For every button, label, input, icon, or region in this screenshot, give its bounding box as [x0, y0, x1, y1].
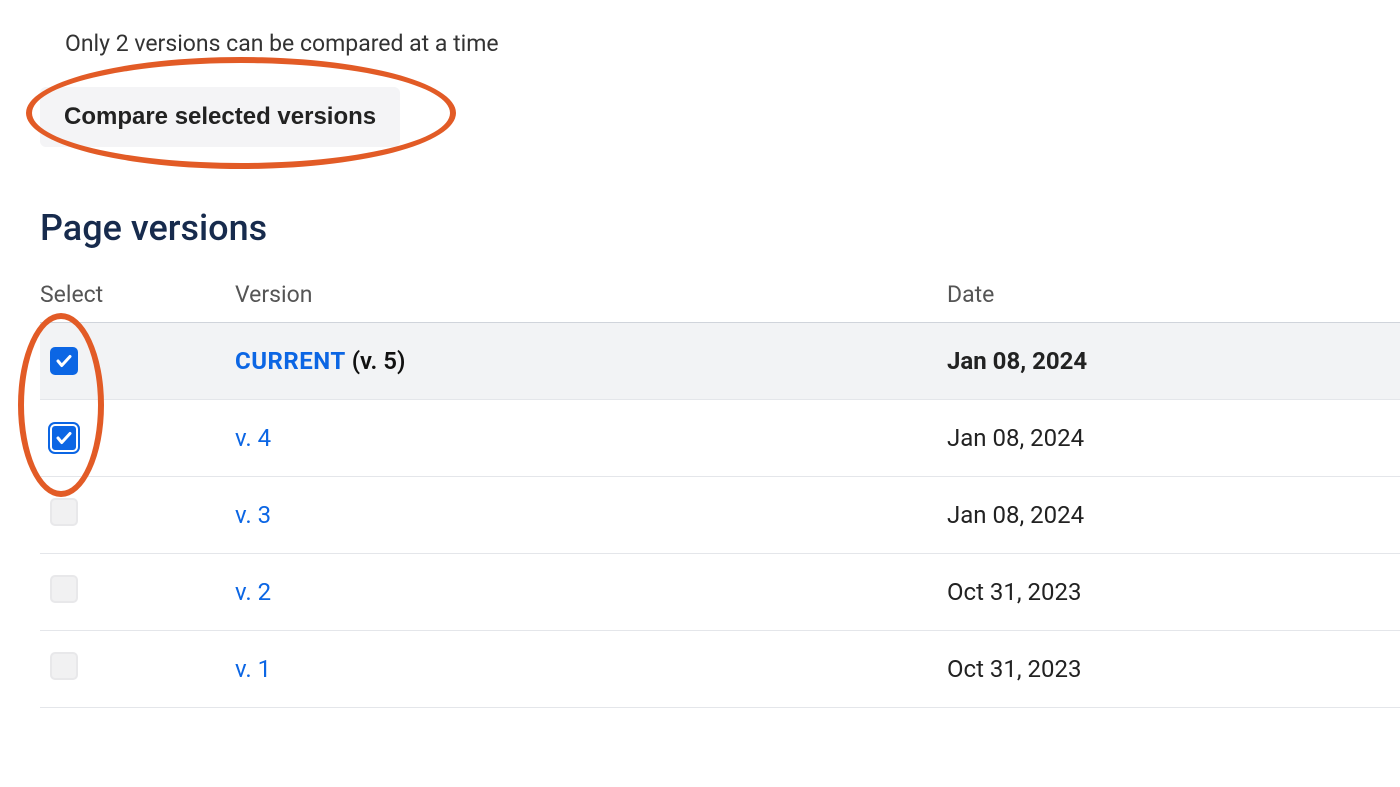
table-body: CURRENT (v. 5)Jan 08, 2024v. 4Jan 08, 20…	[40, 323, 1400, 708]
table-row: v. 4 Jan 08, 2024	[40, 400, 1400, 477]
table-row: v. 1 Oct 31, 2023	[40, 631, 1400, 708]
page-versions-heading: Page versions	[40, 207, 1400, 249]
cell-version: CURRENT (v. 5)	[235, 347, 947, 375]
cell-select	[40, 498, 235, 532]
header-select: Select	[40, 281, 235, 308]
cell-date: Oct 31, 2023	[947, 578, 1400, 606]
cell-date: Jan 08, 2024	[947, 424, 1400, 452]
select-version-checkbox[interactable]	[50, 575, 78, 603]
version-suffix: (v. 5)	[346, 347, 406, 375]
cell-select	[40, 347, 235, 376]
cell-date: Jan 08, 2024	[947, 501, 1400, 529]
compare-selected-versions-button[interactable]: Compare selected versions	[40, 87, 400, 147]
table-row: v. 2 Oct 31, 2023	[40, 554, 1400, 631]
select-version-checkbox[interactable]	[50, 424, 78, 452]
select-version-checkbox[interactable]	[50, 498, 78, 526]
header-version: Version	[235, 281, 947, 308]
info-text: Only 2 versions can be compared at a tim…	[65, 30, 1400, 57]
select-version-checkbox[interactable]	[50, 347, 78, 375]
cell-date: Jan 08, 2024	[947, 347, 1400, 375]
version-link[interactable]: v. 2	[235, 578, 271, 606]
cell-version: v. 2	[235, 578, 947, 606]
cell-select	[40, 424, 235, 453]
versions-table: Select Version Date CURRENT (v. 5)Jan 08…	[40, 281, 1400, 708]
table-row: v. 3 Jan 08, 2024	[40, 477, 1400, 554]
cell-version: v. 3	[235, 501, 947, 529]
cell-version: v. 1	[235, 655, 947, 683]
version-link[interactable]: v. 4	[235, 424, 271, 452]
version-link[interactable]: v. 1	[235, 655, 271, 683]
table-row: CURRENT (v. 5)Jan 08, 2024	[40, 323, 1400, 400]
select-version-checkbox[interactable]	[50, 652, 78, 680]
compare-button-wrap: Compare selected versions	[40, 87, 400, 147]
table-header-row: Select Version Date	[40, 281, 1400, 323]
cell-select	[40, 652, 235, 686]
cell-version: v. 4	[235, 424, 947, 452]
cell-date: Oct 31, 2023	[947, 655, 1400, 683]
version-link[interactable]: CURRENT	[235, 347, 346, 375]
header-date: Date	[947, 281, 1400, 308]
version-link[interactable]: v. 3	[235, 501, 271, 529]
cell-select	[40, 575, 235, 609]
